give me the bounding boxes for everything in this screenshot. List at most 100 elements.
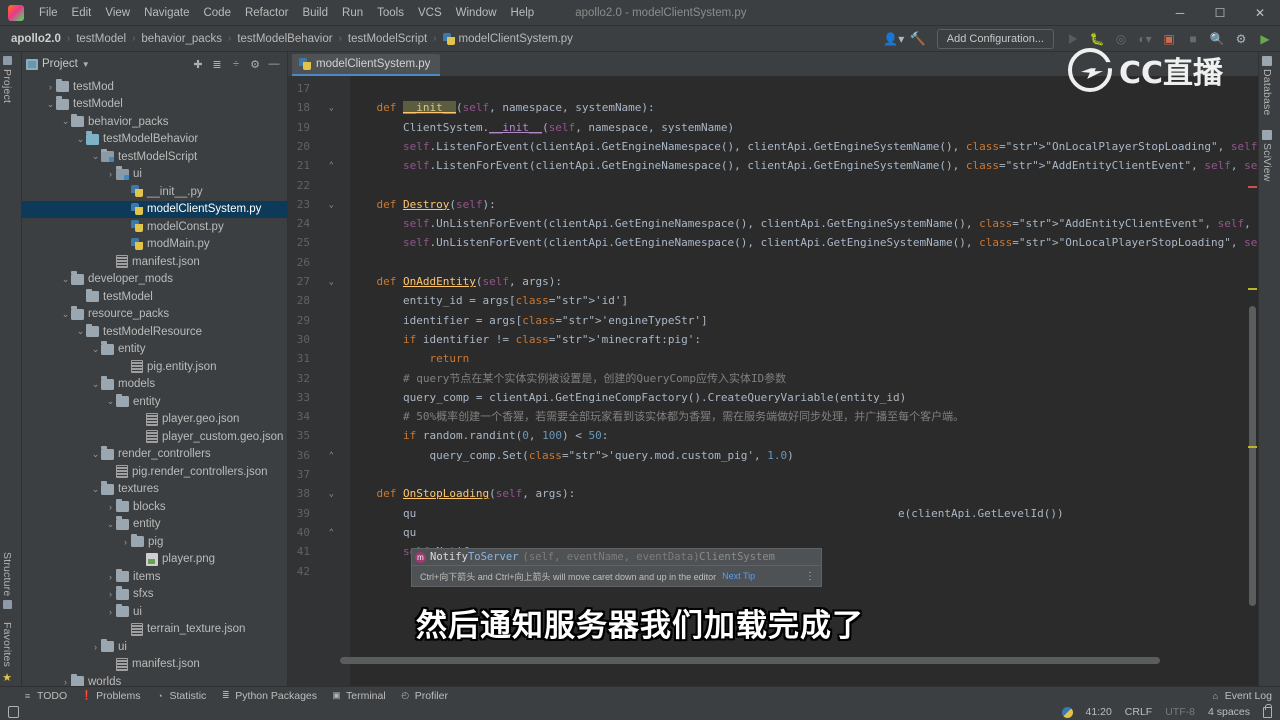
menu-item-edit[interactable]: Edit: [65, 4, 99, 22]
chevron-down-icon[interactable]: ⌄: [60, 309, 71, 320]
tree-node[interactable]: ⌄ entity: [22, 393, 287, 411]
settings-gear-icon[interactable]: ⚙: [1230, 28, 1252, 50]
hide-panel-icon[interactable]: —: [265, 55, 283, 73]
tab-modelclientsystem[interactable]: modelClientSystem.py: [292, 54, 441, 76]
tree-node[interactable]: › testMod: [22, 78, 287, 96]
menu-item-build[interactable]: Build: [295, 4, 335, 22]
tree-node[interactable]: ⌄ developer_mods: [22, 271, 287, 289]
code-fold-marker[interactable]: ⌃: [329, 451, 334, 461]
chevron-down-icon[interactable]: ⌄: [105, 396, 116, 407]
tree-node[interactable]: manifest.json: [22, 656, 287, 674]
tree-node[interactable]: player.geo.json: [22, 411, 287, 429]
chevron-down-icon[interactable]: ⌄: [105, 519, 116, 530]
chevron-right-icon[interactable]: ›: [105, 572, 116, 582]
code-fold-marker[interactable]: ⌃: [329, 161, 334, 171]
code-fold-marker[interactable]: ⌄: [329, 103, 334, 113]
tool-window-profiler[interactable]: ◴ Profiler: [400, 690, 448, 702]
indent-setting[interactable]: 4 spaces: [1208, 706, 1250, 718]
tool-window-event-log[interactable]: ⌂ Event Log: [1210, 690, 1272, 702]
minimize-button[interactable]: ─: [1160, 0, 1200, 26]
tree-node[interactable]: modelClientSystem.py: [22, 200, 287, 218]
line-separator[interactable]: CRLF: [1125, 706, 1152, 718]
chevron-down-icon[interactable]: ⌄: [90, 151, 101, 162]
editor-horizontal-scrollbar[interactable]: [340, 657, 1160, 664]
tree-node[interactable]: ⌄ testModel: [22, 96, 287, 114]
chevron-down-icon[interactable]: ▼: [82, 60, 90, 69]
maximize-button[interactable]: ☐: [1200, 0, 1240, 26]
tool-window-python-packages[interactable]: ≣ Python Packages: [220, 690, 317, 702]
tree-node[interactable]: ⌄ testModelScript: [22, 148, 287, 166]
rail-item-sciview[interactable]: SciView: [1261, 130, 1273, 182]
toggle-toolwindows-icon[interactable]: [8, 706, 19, 718]
tree-node[interactable]: ⌄ testModelBehavior: [22, 131, 287, 149]
tree-node[interactable]: manifest.json: [22, 253, 287, 271]
tree-node[interactable]: modelConst.py: [22, 218, 287, 236]
tree-node[interactable]: pig.entity.json: [22, 358, 287, 376]
menu-item-vcs[interactable]: VCS: [411, 4, 449, 22]
collapse-all-icon[interactable]: ≣: [208, 55, 226, 73]
menu-item-help[interactable]: Help: [504, 4, 542, 22]
editor-vertical-scrollbar[interactable]: [1249, 306, 1256, 606]
caret-position[interactable]: 41:20: [1086, 706, 1112, 718]
tool-window-todo[interactable]: ≡ TODO: [22, 690, 67, 702]
chevron-down-icon[interactable]: ⌄: [90, 449, 101, 460]
tree-node[interactable]: ⌄ testModelResource: [22, 323, 287, 341]
breadcrumb-file[interactable]: modelClientSystem.py: [438, 31, 578, 47]
file-encoding[interactable]: UTF-8: [1165, 706, 1195, 718]
chevron-down-icon[interactable]: ⌄: [75, 326, 86, 337]
tree-node[interactable]: __init__.py: [22, 183, 287, 201]
tree-node[interactable]: › pig: [22, 533, 287, 551]
profile-icon[interactable]: ◐▾: [1134, 28, 1156, 50]
chevron-down-icon[interactable]: ⌄: [90, 344, 101, 355]
code-editor[interactable]: 17 18 ⌄ 19 20 21 ⌃ 22 23 ⌄ 24 25 26 27 ⌄ 28 29 30 31 32 33 34…: [288, 76, 1258, 686]
rail-item-database[interactable]: Database: [1261, 56, 1273, 116]
tree-node[interactable]: player_custom.geo.json: [22, 428, 287, 446]
plugin-icon[interactable]: ▶: [1254, 28, 1276, 50]
coverage-icon[interactable]: ◎: [1110, 28, 1132, 50]
menu-item-run[interactable]: Run: [335, 4, 370, 22]
run-icon[interactable]: [1062, 28, 1084, 50]
menu-item-file[interactable]: File: [32, 4, 65, 22]
breadcrumb-item-4[interactable]: testModelScript: [343, 31, 432, 47]
tree-node[interactable]: ⌄ resource_packs: [22, 306, 287, 324]
code-content[interactable]: def __init__(self, namespace, systemName…: [350, 76, 1258, 686]
chevron-right-icon[interactable]: ›: [105, 589, 116, 599]
tool-window-problems[interactable]: ❗ Problems: [81, 690, 140, 702]
flatten-packages-icon[interactable]: ÷: [227, 55, 245, 73]
tree-node[interactable]: ⌄ textures: [22, 481, 287, 499]
code-fold-marker[interactable]: ⌄: [329, 277, 334, 287]
menu-item-window[interactable]: Window: [449, 4, 504, 22]
tree-node[interactable]: modMain.py: [22, 236, 287, 254]
chevron-down-icon[interactable]: ⌄: [90, 484, 101, 495]
user-avatar-icon[interactable]: 👤▾: [883, 28, 905, 50]
rail-item-project[interactable]: Project: [1, 56, 13, 103]
project-settings-gear-icon[interactable]: ⚙: [246, 55, 264, 73]
attach-process-icon[interactable]: ▣: [1158, 28, 1180, 50]
hammer-icon[interactable]: 🔨: [907, 28, 929, 50]
debug-icon[interactable]: 🐛: [1086, 28, 1108, 50]
chevron-down-icon[interactable]: ⌄: [75, 134, 86, 145]
tree-node[interactable]: › worlds: [22, 673, 287, 686]
menu-item-code[interactable]: Code: [196, 4, 238, 22]
tree-node[interactable]: › blocks: [22, 498, 287, 516]
python-interpreter-indicator[interactable]: [1061, 706, 1073, 718]
chevron-right-icon[interactable]: ›: [45, 82, 56, 92]
chevron-down-icon[interactable]: ⌄: [90, 379, 101, 390]
tree-node[interactable]: ⌄ render_controllers: [22, 446, 287, 464]
chevron-right-icon[interactable]: ›: [105, 169, 116, 179]
tree-node[interactable]: testModel: [22, 288, 287, 306]
search-icon[interactable]: 🔍: [1206, 28, 1228, 50]
menu-item-tools[interactable]: Tools: [370, 4, 411, 22]
tool-window-terminal[interactable]: ▣ Terminal: [331, 690, 385, 702]
menu-item-refactor[interactable]: Refactor: [238, 4, 295, 22]
tool-window-statistic[interactable]: ◔ Statistic: [155, 690, 206, 702]
chevron-right-icon[interactable]: ›: [105, 502, 116, 512]
autocomplete-item-name[interactable]: NotifyToServer: [430, 551, 519, 563]
close-button[interactable]: ✕: [1240, 0, 1280, 26]
menu-item-navigate[interactable]: Navigate: [137, 4, 196, 22]
lock-icon[interactable]: [1263, 703, 1272, 718]
tree-node[interactable]: pig.render_controllers.json: [22, 463, 287, 481]
chevron-down-icon[interactable]: ⌄: [60, 116, 71, 127]
tree-node[interactable]: player.png: [22, 551, 287, 569]
breadcrumb-item-3[interactable]: testModelBehavior: [232, 31, 337, 47]
